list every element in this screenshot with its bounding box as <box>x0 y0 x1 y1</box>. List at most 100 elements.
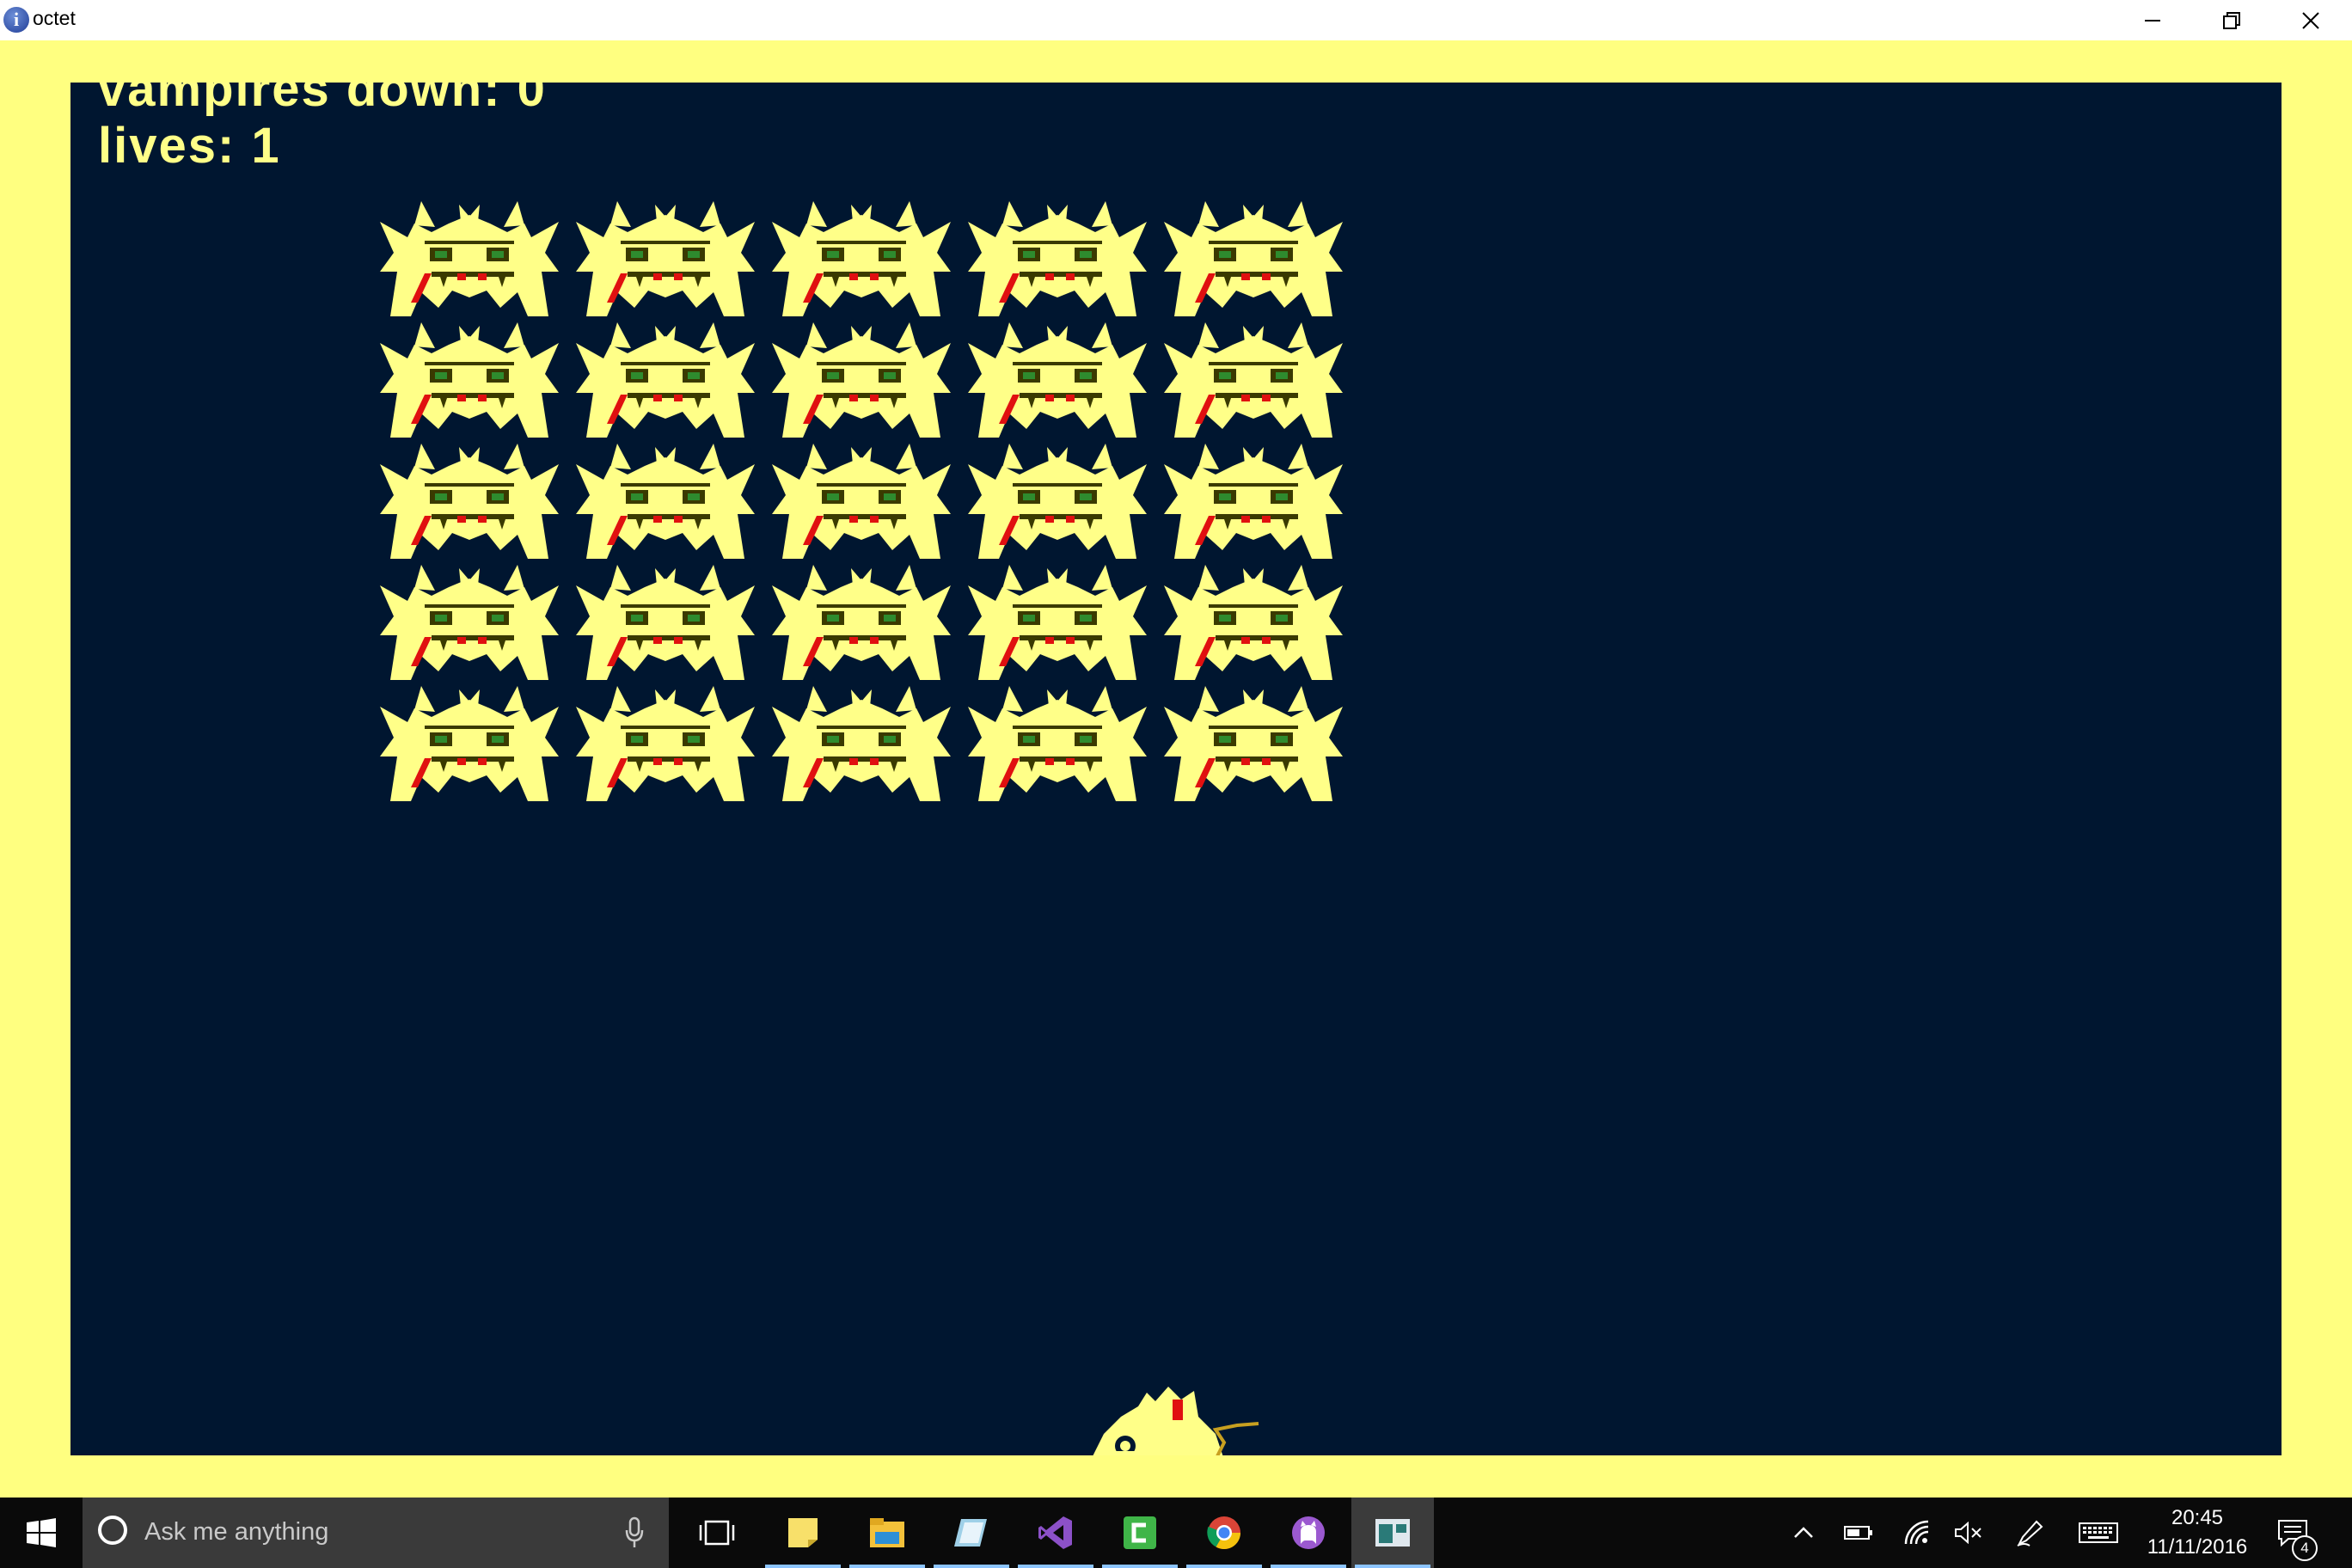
vampire-sprite <box>772 322 951 438</box>
game-viewport[interactable]: vampires down: 0 lives: 1 <box>70 83 2282 1455</box>
vampire-sprite <box>1164 444 1343 559</box>
vampire-sprite <box>380 444 559 559</box>
vampire-invader <box>968 322 1147 438</box>
pen-icon <box>2017 1520 2043 1547</box>
vampire-invader <box>772 686 951 801</box>
taskbar-camtasia[interactable] <box>1099 1498 1181 1568</box>
vampire-invader <box>380 322 559 438</box>
player-ship <box>1087 1382 1267 1455</box>
vampire-sprite <box>772 201 951 316</box>
show-hidden-icons[interactable] <box>1788 1498 1819 1568</box>
notification-count-badge: 4 <box>2292 1535 2318 1561</box>
close-icon <box>2302 11 2319 29</box>
window-title: octet <box>33 7 76 29</box>
vampire-invader <box>968 201 1147 316</box>
task-view-button[interactable] <box>676 1498 758 1568</box>
vampire-sprite <box>576 444 755 559</box>
vampire-sprite <box>380 322 559 438</box>
vampire-sprite <box>1164 686 1343 801</box>
task-view-icon <box>699 1520 735 1546</box>
vampire-invader <box>576 444 755 559</box>
info-icon: i <box>3 7 29 33</box>
vampire-invader <box>772 444 951 559</box>
vampire-invader <box>968 686 1147 801</box>
camtasia-icon <box>1124 1516 1156 1549</box>
vampire-invader <box>772 201 951 316</box>
visual-studio-icon <box>1038 1516 1072 1549</box>
microphone-icon[interactable] <box>624 1516 645 1549</box>
vampire-sprite <box>772 565 951 680</box>
minimize-button[interactable] <box>2113 0 2192 40</box>
windows-logo-icon <box>27 1518 56 1547</box>
vampire-invader <box>576 322 755 438</box>
vampire-sprite <box>576 686 755 801</box>
battery-indicator[interactable] <box>1840 1498 1877 1568</box>
vampire-invader <box>576 201 755 316</box>
title-bar: i octet <box>0 0 2352 40</box>
vampire-sprite <box>968 444 1147 559</box>
clock-time[interactable]: 20:45 <box>2137 1506 2257 1530</box>
volume-muted-icon <box>1955 1522 1981 1544</box>
vampire-sprite <box>772 686 951 801</box>
windows-ink-button[interactable] <box>2012 1498 2049 1568</box>
restore-icon <box>2223 11 2240 29</box>
restore-button[interactable] <box>2192 0 2271 40</box>
vampire-invader <box>1164 201 1343 316</box>
vampire-sprite <box>380 565 559 680</box>
close-button[interactable] <box>2271 0 2350 40</box>
lives-label: lives: 1 <box>98 118 281 174</box>
vampire-sprite <box>576 322 755 438</box>
vampire-invader <box>380 444 559 559</box>
score-label: vampires down: 0 <box>98 83 547 117</box>
start-button[interactable] <box>0 1498 83 1568</box>
vampire-sprite <box>576 565 755 680</box>
search-placeholder: Ask me anything <box>144 1518 329 1546</box>
network-indicator[interactable] <box>1900 1498 1938 1568</box>
volume-indicator[interactable] <box>1950 1498 1988 1568</box>
notebook-icon <box>954 1519 987 1547</box>
battery-icon <box>1844 1526 1872 1540</box>
vampire-sprite <box>968 201 1147 316</box>
taskbar: Ask me anything 20:45 11/11/2016 4 <box>0 1498 2352 1568</box>
vampire-invader <box>1164 686 1343 801</box>
taskbar-github[interactable] <box>1267 1498 1350 1568</box>
vampire-sprite <box>772 444 951 559</box>
vampire-invader <box>772 322 951 438</box>
vampire-sprite <box>1164 322 1343 438</box>
keyboard-icon <box>2079 1522 2118 1543</box>
wifi-icon <box>1904 1520 1929 1545</box>
vampire-sprite <box>968 322 1147 438</box>
chrome-icon <box>1207 1516 1240 1550</box>
search-box[interactable]: Ask me anything <box>83 1498 669 1568</box>
touch-keyboard-button[interactable] <box>2075 1498 2122 1568</box>
vampire-sprite <box>380 686 559 801</box>
taskbar-sticky-notes[interactable] <box>762 1498 844 1568</box>
vampire-sprite <box>576 201 755 316</box>
file-explorer-icon <box>870 1518 904 1547</box>
vampire-sprite <box>968 565 1147 680</box>
sticky-notes-icon <box>788 1518 818 1547</box>
vampire-sprite <box>1164 565 1343 680</box>
chevron-up-icon <box>1794 1527 1813 1538</box>
vampire-invader <box>1164 565 1343 680</box>
vampire-invader <box>380 201 559 316</box>
github-icon <box>1292 1516 1325 1549</box>
vampire-invader <box>772 565 951 680</box>
vampire-invader <box>380 686 559 801</box>
vampire-invader <box>1164 322 1343 438</box>
taskbar-file-explorer[interactable] <box>846 1498 928 1568</box>
taskbar-notebook[interactable] <box>930 1498 1013 1568</box>
vampire-sprite <box>1164 201 1343 316</box>
player-sprite <box>1093 1387 1259 1455</box>
vampire-sprite <box>968 686 1147 801</box>
clock-date[interactable]: 11/11/2016 <box>2137 1535 2257 1559</box>
vampire-invader <box>968 444 1147 559</box>
vampire-invader <box>576 565 755 680</box>
taskbar-octet-app[interactable] <box>1351 1498 1434 1568</box>
taskbar-chrome[interactable] <box>1183 1498 1265 1568</box>
vampire-invader <box>1164 444 1343 559</box>
taskbar-visual-studio[interactable] <box>1014 1498 1097 1568</box>
octet-app-icon <box>1375 1519 1410 1547</box>
vampire-invader <box>380 565 559 680</box>
vampire-invader <box>968 565 1147 680</box>
